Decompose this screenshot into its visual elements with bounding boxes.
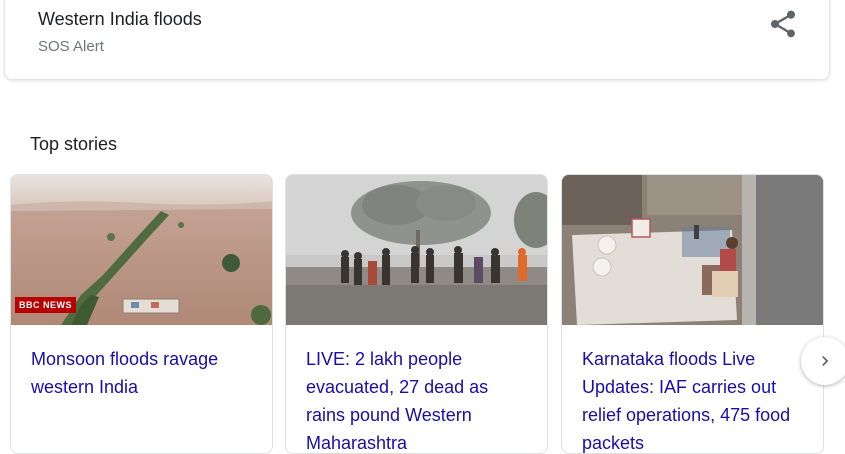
story-headline-2[interactable]: LIVE: 2 lakh people evacuated, 27 dead a…	[306, 345, 531, 453]
chevron-right-icon	[822, 356, 829, 366]
rooftop-relief-image[interactable]	[562, 175, 823, 325]
story-card-3[interactable]: Karnataka floods Live Updates: IAF carri…	[561, 174, 824, 454]
top-stories-heading: Top stories	[30, 134, 118, 154]
sos-alert-card[interactable]: Western India floods SOS Alert	[4, 0, 830, 80]
bbc-news-logo: BBC NEWS	[15, 297, 76, 313]
share-button[interactable]	[767, 8, 799, 40]
story-card-2[interactable]: LIVE: 2 lakh people evacuated, 27 dead a…	[285, 174, 548, 454]
sos-alert-title[interactable]: Western India floods	[38, 9, 202, 30]
next-stories-button[interactable]	[801, 337, 845, 385]
story-headline-3[interactable]: Karnataka floods Live Updates: IAF carri…	[582, 345, 807, 453]
aerial-flood-image[interactable]: BBC NEWS	[11, 175, 272, 325]
story-headline-1[interactable]: Monsoon floods ravage western India	[31, 345, 256, 401]
people-wading-flood-image[interactable]	[286, 175, 547, 325]
sos-alert-subtitle: SOS Alert	[38, 38, 104, 55]
share-icon	[771, 10, 795, 38]
story-card-1[interactable]: BBC NEWS Monsoon floods ravage western I…	[10, 174, 273, 454]
